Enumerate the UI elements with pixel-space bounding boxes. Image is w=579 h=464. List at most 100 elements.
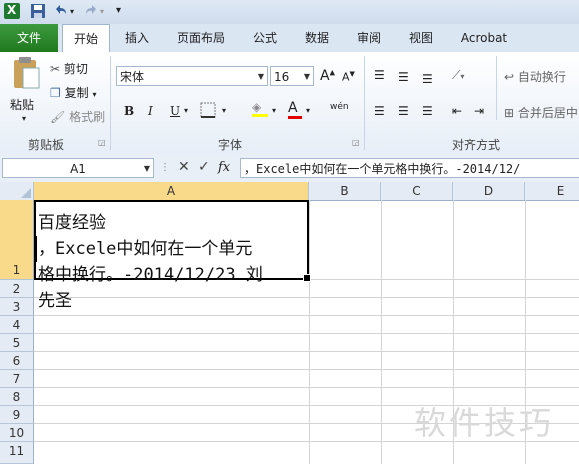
row-header-5[interactable]: 5 (0, 334, 34, 352)
paste-dropdown-icon: ▾ (22, 114, 27, 123)
merge-center-button[interactable]: ⊞ 合并后居中 (504, 104, 578, 121)
fill-handle[interactable] (303, 274, 311, 282)
column-header-a[interactable]: A (34, 182, 309, 200)
tab-page-layout[interactable]: 页面布局 (170, 24, 232, 52)
column-header-c[interactable]: C (381, 182, 453, 200)
chevron-down-icon: ▼ (143, 164, 150, 173)
select-all-button[interactable] (0, 182, 34, 200)
active-cell-a1[interactable] (34, 200, 311, 282)
phonetic-button[interactable]: wén (330, 102, 349, 112)
font-color-icon: A (288, 100, 298, 116)
copy-dropdown-icon: ▾ (92, 90, 97, 99)
undo-icon[interactable] (52, 3, 68, 19)
font-group-label: 字体 (218, 138, 243, 152)
row-header-4[interactable]: 4 (0, 316, 34, 334)
underline-dropdown-icon[interactable]: ▾ (184, 106, 188, 115)
customize-toolbar-icon[interactable]: ▾ (116, 5, 132, 21)
font-name-select[interactable]: 宋体 ▼ (116, 66, 268, 86)
row-header-3[interactable]: 3 (0, 298, 34, 316)
row-header-7[interactable]: 7 (0, 370, 34, 388)
gridline (34, 333, 579, 334)
group-divider (496, 56, 497, 120)
ribbon: 粘贴 ▾ ✂ 剪切 ❐ 复制 ▾ 🖌 格式刷 剪贴板 ◲ 宋体 ▼ 16 ▼ A… (0, 52, 579, 155)
column-header-b[interactable]: B (309, 182, 381, 200)
align-top-button[interactable]: ☰ (374, 68, 385, 82)
row-header-8[interactable]: 8 (0, 388, 34, 406)
formula-input[interactable]: ，Excele中如何在一个单元格中换行。-2014/12/ (240, 158, 579, 178)
tab-insert[interactable]: 插入 (116, 24, 158, 52)
row-header-1[interactable]: 1 (0, 200, 34, 280)
fill-color-dropdown-icon[interactable]: ▾ (272, 106, 276, 115)
row-header-2[interactable]: 2 (0, 280, 34, 298)
insert-function-button[interactable]: fx (218, 160, 230, 175)
font-size-select[interactable]: 16 ▼ (270, 66, 314, 86)
tab-review[interactable]: 审阅 (348, 24, 390, 52)
shrink-font-button[interactable]: A▼ (342, 70, 355, 84)
cancel-icon[interactable]: ✕ (178, 159, 190, 175)
align-middle-icon: ☰ (398, 70, 409, 84)
align-bottom-button[interactable]: ☰ (422, 72, 433, 86)
format-painter-button[interactable]: 🖌 格式刷 (50, 108, 105, 125)
column-header-e[interactable]: E (525, 182, 579, 200)
align-right-icon: ☰ (422, 104, 433, 118)
tab-file[interactable]: 文件 (0, 24, 58, 52)
fill-color-swatch (252, 114, 268, 117)
paste-label: 粘贴 (10, 98, 35, 112)
orientation-button[interactable]: ⟋▾ (452, 68, 464, 83)
formula-bar: A1 ▼ ⋮ ✕ ✓ fx ，Excele中如何在一个单元格中换行。-2014/… (0, 154, 579, 183)
gridline (34, 351, 579, 352)
font-launcher-icon[interactable]: ◲ (352, 138, 360, 147)
borders-button[interactable] (200, 102, 222, 120)
increase-indent-icon: ⇥ (474, 104, 485, 118)
group-divider (110, 56, 111, 150)
tab-data[interactable]: 数据 (296, 24, 338, 52)
gridline (34, 369, 579, 370)
save-icon[interactable] (30, 3, 46, 19)
redo-icon[interactable] (84, 3, 100, 19)
enter-icon[interactable]: ✓ (198, 159, 210, 175)
align-right-button[interactable]: ☰ (422, 104, 433, 118)
font-color-button[interactable]: A (288, 100, 302, 119)
font-color-dropdown-icon[interactable]: ▾ (306, 106, 310, 115)
row-header-10[interactable]: 10 (0, 424, 34, 442)
tab-view[interactable]: 视图 (400, 24, 442, 52)
cut-button[interactable]: ✂ 剪切 (50, 60, 88, 77)
grow-font-button[interactable]: A▲ (320, 68, 335, 84)
row-header-11[interactable]: 11 (0, 442, 34, 464)
copy-button[interactable]: ❐ 复制 ▾ (50, 84, 96, 101)
tab-formulas[interactable]: 公式 (244, 24, 286, 52)
align-center-button[interactable]: ☰ (398, 104, 409, 118)
font-size-value: 16 (274, 70, 290, 84)
redo-dropdown-icon[interactable]: ▾ (100, 7, 116, 23)
select-all-icon (21, 188, 31, 198)
increase-indent-button[interactable]: ⇥ (474, 104, 484, 118)
resize-grip-icon[interactable]: ⋮ (160, 162, 170, 174)
tab-acrobat[interactable]: Acrobat (452, 24, 516, 52)
alignment-group-label: 对齐方式 (452, 138, 501, 152)
row-header-6[interactable]: 6 (0, 352, 34, 370)
wrap-text-button[interactable]: ↩ 自动换行 (504, 68, 566, 85)
fill-color-button[interactable]: ◈ (252, 100, 268, 117)
paste-button[interactable]: 粘贴 ▾ (8, 56, 44, 126)
italic-button[interactable]: I (148, 104, 153, 118)
bold-button[interactable]: B (124, 104, 134, 118)
align-top-icon: ☰ (374, 68, 385, 82)
group-divider (364, 56, 365, 150)
wrap-text-label: 自动换行 (517, 70, 566, 84)
copy-icon: ❐ (50, 86, 61, 100)
underline-button[interactable]: U (170, 104, 180, 118)
align-left-button[interactable]: ☰ (374, 104, 385, 118)
tab-home[interactable]: 开始 (62, 24, 110, 53)
excel-logo-icon: X (4, 3, 20, 19)
decrease-indent-button[interactable]: ⇤ (452, 104, 462, 118)
clipboard-group-label: 剪贴板 (28, 138, 65, 152)
align-middle-button[interactable]: ☰ (398, 70, 409, 84)
name-box[interactable]: A1 ▼ (2, 158, 154, 178)
borders-dropdown-icon[interactable]: ▾ (222, 106, 226, 115)
column-header-d[interactable]: D (453, 182, 525, 200)
clipboard-launcher-icon[interactable]: ◲ (98, 138, 106, 147)
align-left-icon: ☰ (374, 104, 385, 118)
watermark: 软件技巧 (414, 404, 555, 442)
row-header-9[interactable]: 9 (0, 406, 34, 424)
gridline (309, 200, 310, 464)
